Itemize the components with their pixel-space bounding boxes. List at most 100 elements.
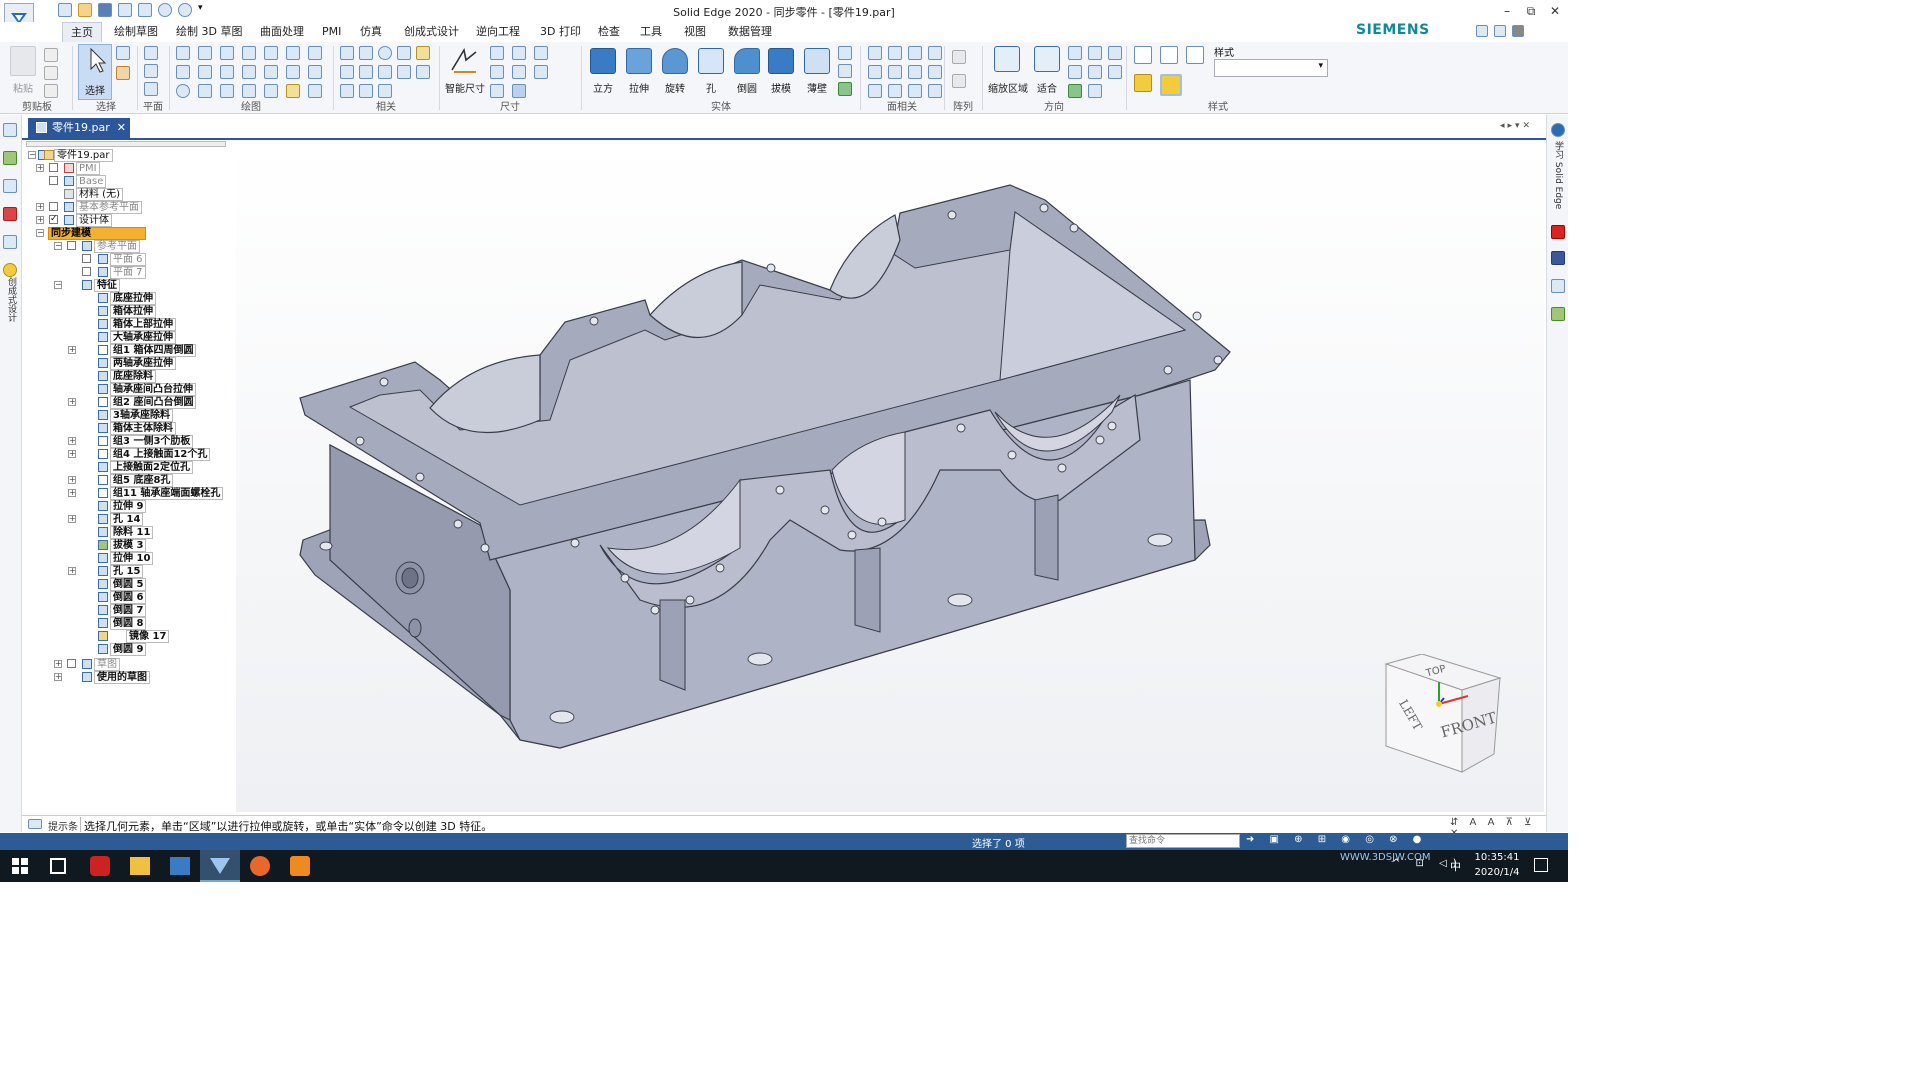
collapse-icon[interactable]: − [28,151,36,159]
ime-indicator[interactable]: 中 [1450,858,1461,874]
round-icon[interactable] [734,48,760,74]
face-fix-icon[interactable] [928,84,942,98]
generative-design-side-label[interactable]: 创成式设计 [4,277,18,322]
prompt-bar-icon[interactable] [28,819,42,829]
app-icon-red[interactable] [90,856,110,876]
news-icon[interactable] [1551,279,1565,293]
format-painter-icon[interactable] [44,84,58,98]
zoom-area-icon[interactable] [994,46,1020,72]
feature-item[interactable]: 箱体拉伸 [68,305,156,318]
feature-item[interactable]: 倒圆 8 [68,617,147,630]
tab-view[interactable]: 视图 [676,22,714,42]
face-parallel-icon[interactable] [888,65,902,79]
options-icon[interactable] [1494,25,1506,37]
visibility-checkbox[interactable] [82,267,91,276]
collinear-icon[interactable] [340,84,354,98]
fill-icon[interactable] [264,46,278,60]
circle-icon[interactable] [176,84,190,98]
fit-icon[interactable] [1034,46,1060,72]
store-icon[interactable] [170,857,190,875]
offset-icon[interactable] [242,46,256,60]
expand-icon[interactable]: + [68,398,76,406]
extend-icon[interactable] [220,65,234,79]
tree-base-ref-planes[interactable]: + 基本参考平面 [36,201,142,214]
graphics-window[interactable] [236,142,1544,812]
maximize-button[interactable]: ⧉ [1520,2,1542,20]
attach-dim-icon[interactable] [490,84,504,98]
tab-simulation[interactable]: 仿真 [352,22,390,42]
feature-item[interactable]: 拉伸 10 [68,552,154,565]
collapse-icon[interactable]: − [54,281,62,289]
visibility-checkbox[interactable] [49,202,58,211]
pattern-icon[interactable] [286,65,300,79]
feature-item[interactable]: 3轴承座除料 [68,409,173,422]
feature-item[interactable]: 拉伸 9 [68,500,147,513]
rectangle-icon[interactable] [176,65,190,79]
feature-item[interactable]: 上接触面2定位孔 [68,461,193,474]
feature-item[interactable]: 倒圆 7 [68,604,147,617]
feature-item[interactable]: + 组4 上接触面12个孔 [68,448,211,461]
feature-item[interactable]: + 组3 一侧3个肋板 [68,435,194,448]
project-icon[interactable] [286,46,300,60]
tree-plane-7[interactable]: 平面 7 [68,266,146,279]
parallel-plane-icon[interactable] [144,64,158,78]
youtube-icon[interactable] [1551,225,1565,239]
tips-icon[interactable] [1551,307,1565,321]
clock-time[interactable]: 10:35:41 [1474,852,1520,863]
tree-material[interactable]: 材料 (无) [36,188,123,201]
feature-item[interactable]: + 孔 14 [68,513,144,526]
feature-item[interactable]: 倒圆 5 [68,578,147,591]
coincident-plane-icon[interactable] [144,46,158,60]
expand-icon[interactable]: + [68,567,76,575]
select-tools-icon[interactable] [116,66,130,80]
parallel-icon[interactable] [359,46,373,60]
tab-inspect[interactable]: 检查 [590,22,628,42]
smart-dimension-button[interactable] [448,46,482,80]
cut-icon[interactable] [44,48,58,62]
gearbox-housing-model[interactable] [236,142,1544,812]
tangent-arc-icon[interactable] [198,65,212,79]
concentric-icon[interactable] [378,46,392,60]
expand-icon[interactable]: + [68,346,76,354]
feature-item[interactable]: + 孔 15 [68,565,144,578]
view-cube[interactable]: TOP LEFT FRONT [1382,653,1504,774]
fillet-icon[interactable] [198,84,212,98]
help-circle-icon[interactable] [1551,123,1565,137]
tree-features[interactable]: − 特征 [54,279,120,292]
face-symmetric-icon[interactable] [908,65,922,79]
firefox-icon[interactable] [250,856,270,876]
previous-view-icon[interactable] [1068,84,1082,98]
tree-pmi[interactable]: + PMI [36,162,100,175]
horizontal-icon[interactable] [378,65,392,79]
sketch-view-2-icon[interactable] [1068,65,1082,79]
face-concentric-icon[interactable] [908,84,922,98]
draft-icon[interactable] [768,48,794,74]
expand-icon[interactable]: + [68,476,76,484]
equal-icon[interactable] [359,65,373,79]
feature-item[interactable]: 底座拉伸 [68,292,156,305]
feature-item[interactable]: 箱体上部拉伸 [68,318,176,331]
include-icon[interactable] [308,46,322,60]
feature-item[interactable]: 拔模 3 [68,539,147,552]
face-replace-icon[interactable] [928,46,942,60]
rotate-view-icon[interactable] [1108,46,1122,60]
visibility-checkbox[interactable] [67,659,76,668]
tree-plane-6[interactable]: 平面 6 [68,253,146,266]
feature-item[interactable]: 倒圆 9 [68,643,147,656]
tangent-icon[interactable] [397,46,411,60]
sensors-icon[interactable] [3,207,17,221]
command-finder-input[interactable] [1126,834,1240,848]
move-icon[interactable] [242,65,256,79]
shaded-edges-icon[interactable] [1160,74,1182,96]
collapse-icon[interactable]: − [36,229,44,237]
zoom-icon[interactable] [1068,46,1082,60]
tab-tools[interactable]: 工具 [632,22,670,42]
key-icon[interactable] [3,263,17,277]
face-tangent-icon[interactable] [888,84,902,98]
expand-icon[interactable]: + [68,489,76,497]
spin-about-icon[interactable] [1088,65,1102,79]
look-at-icon[interactable] [1108,65,1122,79]
feature-item[interactable]: 轴承座间凸台拉伸 [68,383,196,396]
pattern-array-icon[interactable] [952,50,966,64]
pan-icon[interactable] [1088,46,1102,60]
